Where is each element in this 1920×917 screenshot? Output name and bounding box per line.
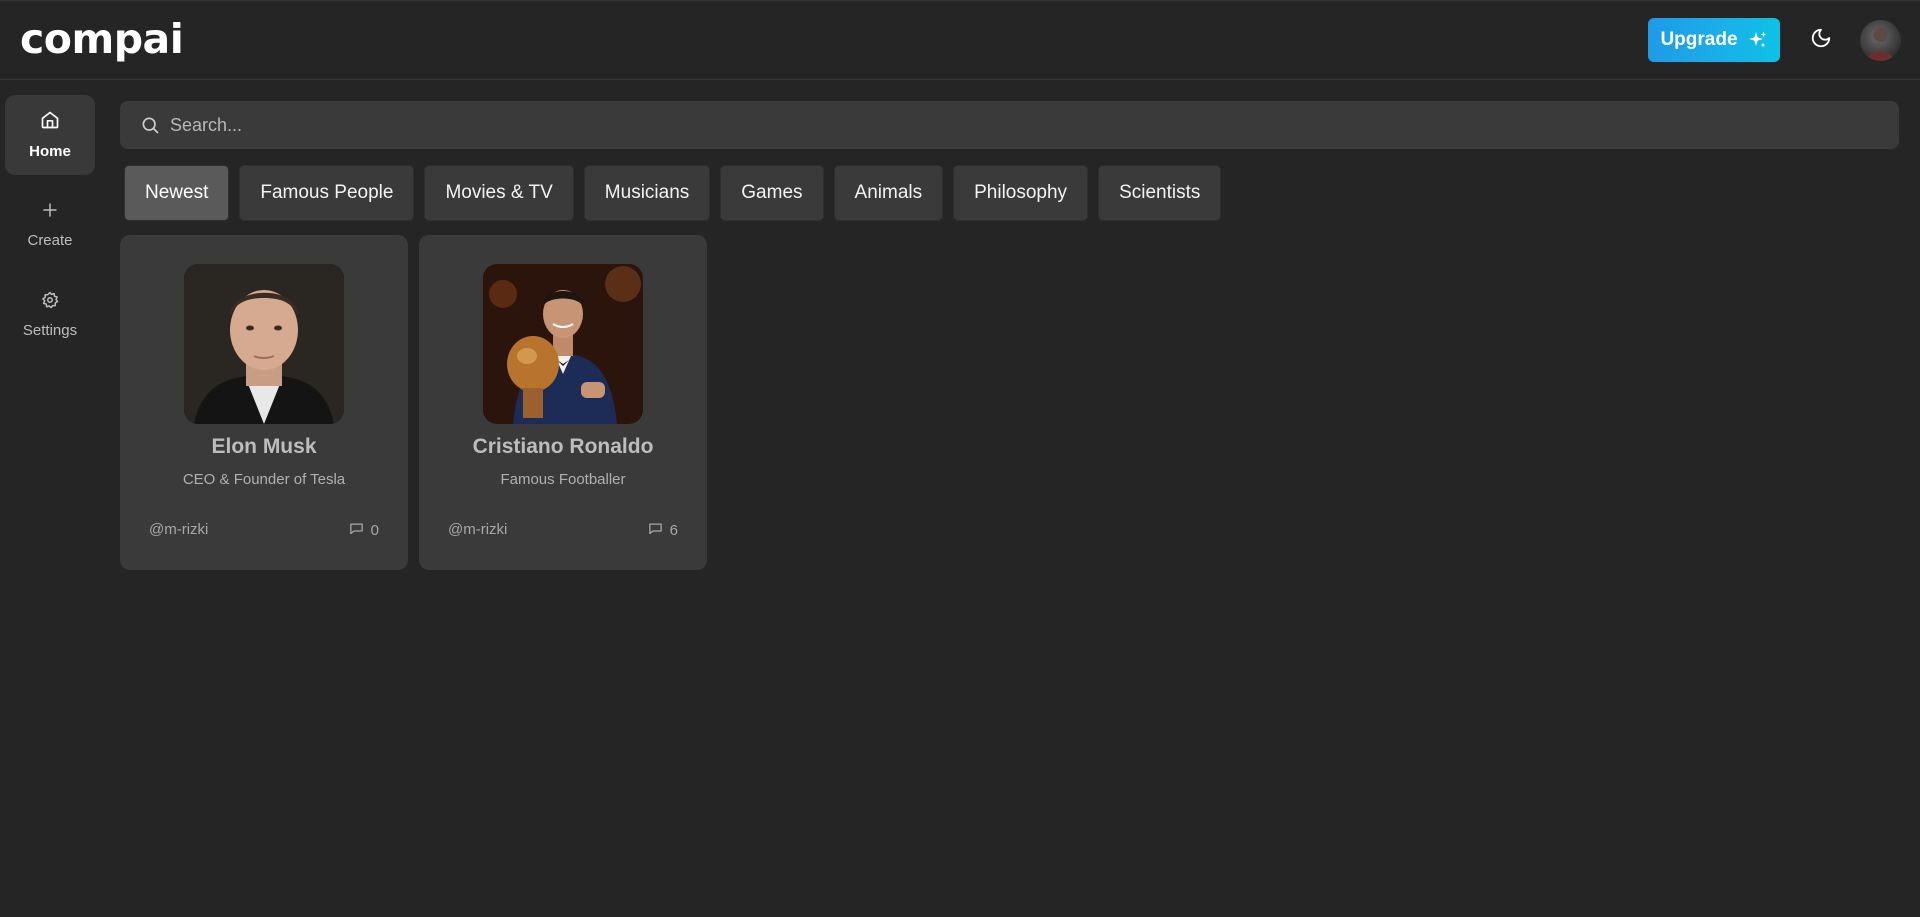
sidebar-item-home[interactable]: Home [5, 95, 95, 175]
companion-description: Famous Footballer [500, 471, 626, 488]
category-chip-newest[interactable]: Newest [124, 165, 230, 221]
sidebar-item-label: Home [29, 143, 71, 160]
app-logo[interactable]: compai [20, 15, 184, 63]
sidebar: Home Create Settings [0, 80, 100, 917]
sidebar-item-create[interactable]: Create [5, 185, 95, 265]
user-avatar[interactable] [1860, 20, 1901, 61]
category-chip-scientists[interactable]: Scientists [1098, 165, 1222, 221]
companion-description: CEO & Founder of Tesla [182, 471, 346, 488]
message-icon [349, 521, 364, 540]
category-chip-animals[interactable]: Animals [833, 165, 944, 221]
category-chip-musicians[interactable]: Musicians [583, 165, 711, 221]
companion-card[interactable]: Cristiano Ronaldo Famous Footballer @m-r… [419, 235, 707, 570]
search-bar [120, 101, 1899, 149]
companion-card[interactable]: Elon Musk CEO & Founder of Tesla @m-rizk… [120, 235, 408, 570]
upgrade-button[interactable]: Upgrade [1648, 18, 1780, 62]
category-filter: Newest Famous People Movies & TV Musicia… [124, 165, 1222, 221]
comment-count-value: 0 [370, 522, 379, 539]
home-icon [40, 110, 60, 135]
category-chip-games[interactable]: Games [720, 165, 824, 221]
category-chip-movies-tv[interactable]: Movies & TV [424, 165, 574, 221]
companion-comment-count: 6 [648, 521, 678, 540]
gear-icon [41, 291, 59, 314]
search-input[interactable] [170, 101, 1870, 149]
companion-author-handle: @m-rizki [149, 521, 209, 538]
companion-name: Cristiano Ronaldo [472, 435, 654, 458]
sidebar-item-settings[interactable]: Settings [5, 275, 95, 355]
companion-photo [184, 264, 344, 424]
message-icon [648, 521, 663, 540]
companion-photo [483, 264, 643, 424]
companion-name: Elon Musk [211, 435, 317, 458]
category-chip-famous-people[interactable]: Famous People [239, 165, 415, 221]
sparkles-icon [1748, 30, 1768, 50]
plus-icon [41, 201, 59, 224]
moon-icon [1810, 27, 1832, 54]
sidebar-item-label: Create [27, 232, 73, 249]
category-chip-philosophy[interactable]: Philosophy [953, 165, 1089, 221]
comment-count-value: 6 [669, 522, 678, 539]
top-bar: compai Upgrade [0, 0, 1920, 80]
upgrade-label: Upgrade [1660, 29, 1738, 50]
theme-toggle-button[interactable] [1806, 25, 1836, 55]
companion-comment-count: 0 [349, 521, 379, 540]
search-icon [140, 115, 160, 140]
companion-author-handle: @m-rizki [448, 521, 508, 538]
sidebar-item-label: Settings [22, 322, 78, 339]
